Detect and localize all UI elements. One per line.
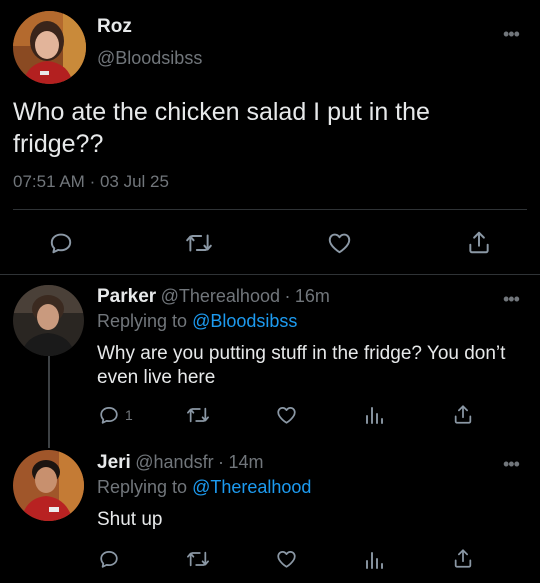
reply-age: 14m: [228, 452, 264, 472]
like-icon[interactable]: [326, 230, 353, 256]
author-handle[interactable]: @Therealhood: [161, 286, 280, 306]
separator: ·: [284, 286, 291, 306]
views-icon[interactable]: [364, 550, 384, 570]
views-icon[interactable]: [364, 405, 384, 425]
reply-text: Shut up: [97, 509, 163, 530]
share-icon[interactable]: [466, 229, 492, 256]
divider: [0, 274, 540, 275]
replying-to-prefix: Replying to: [97, 311, 188, 331]
replying-to: Replying to @Bloodsibss: [97, 311, 297, 332]
reply-header: Jeri @handsfr · 14m: [97, 452, 264, 474]
tweet-time: 07:51 AM: [13, 172, 85, 191]
author-name[interactable]: Roz: [97, 16, 132, 38]
replying-to-handle[interactable]: @Therealhood: [192, 477, 311, 497]
replying-to-handle[interactable]: @Bloodsibss: [192, 311, 297, 331]
share-icon[interactable]: [452, 403, 474, 426]
author-name[interactable]: Parker: [97, 286, 156, 307]
retweet-icon[interactable]: [186, 404, 210, 426]
reply-count: 1: [125, 407, 133, 423]
retweet-icon[interactable]: [186, 548, 210, 570]
tweet-timestamp: 07:51 AM · 03 Jul 25: [13, 172, 169, 192]
divider: [13, 209, 527, 210]
tweet-date: 03 Jul 25: [99, 172, 169, 191]
more-icon[interactable]: •••: [503, 25, 520, 43]
like-icon[interactable]: [275, 404, 298, 426]
reply-icon[interactable]: [98, 548, 120, 570]
reply-header: Parker @Therealhood · 16m: [97, 286, 330, 308]
reply-text: Why are you putting stuff in the fridge?…: [97, 343, 506, 388]
avatar-parker[interactable]: [13, 285, 84, 356]
more-icon[interactable]: •••: [503, 290, 520, 308]
separator: ·: [218, 452, 225, 472]
reply-age: 16m: [294, 286, 330, 306]
reply-icon[interactable]: [48, 230, 74, 256]
like-icon[interactable]: [275, 548, 298, 570]
date-separator: ·: [89, 172, 96, 191]
author-handle[interactable]: @handsfr: [135, 452, 213, 472]
retweet-icon[interactable]: [185, 230, 213, 256]
avatar-roz[interactable]: [13, 11, 86, 84]
thread-line: [48, 356, 50, 448]
author-name[interactable]: Jeri: [97, 452, 131, 473]
author-handle[interactable]: @Bloodsibss: [97, 48, 202, 69]
replying-to-prefix: Replying to: [97, 477, 188, 497]
avatar-jeri[interactable]: [13, 450, 84, 521]
more-icon[interactable]: •••: [503, 455, 520, 473]
share-icon[interactable]: [452, 547, 474, 570]
reply-icon[interactable]: [98, 404, 120, 426]
replying-to: Replying to @Therealhood: [97, 477, 311, 498]
tweet-text: Who ate the chicken salad I put in the f…: [13, 98, 430, 158]
